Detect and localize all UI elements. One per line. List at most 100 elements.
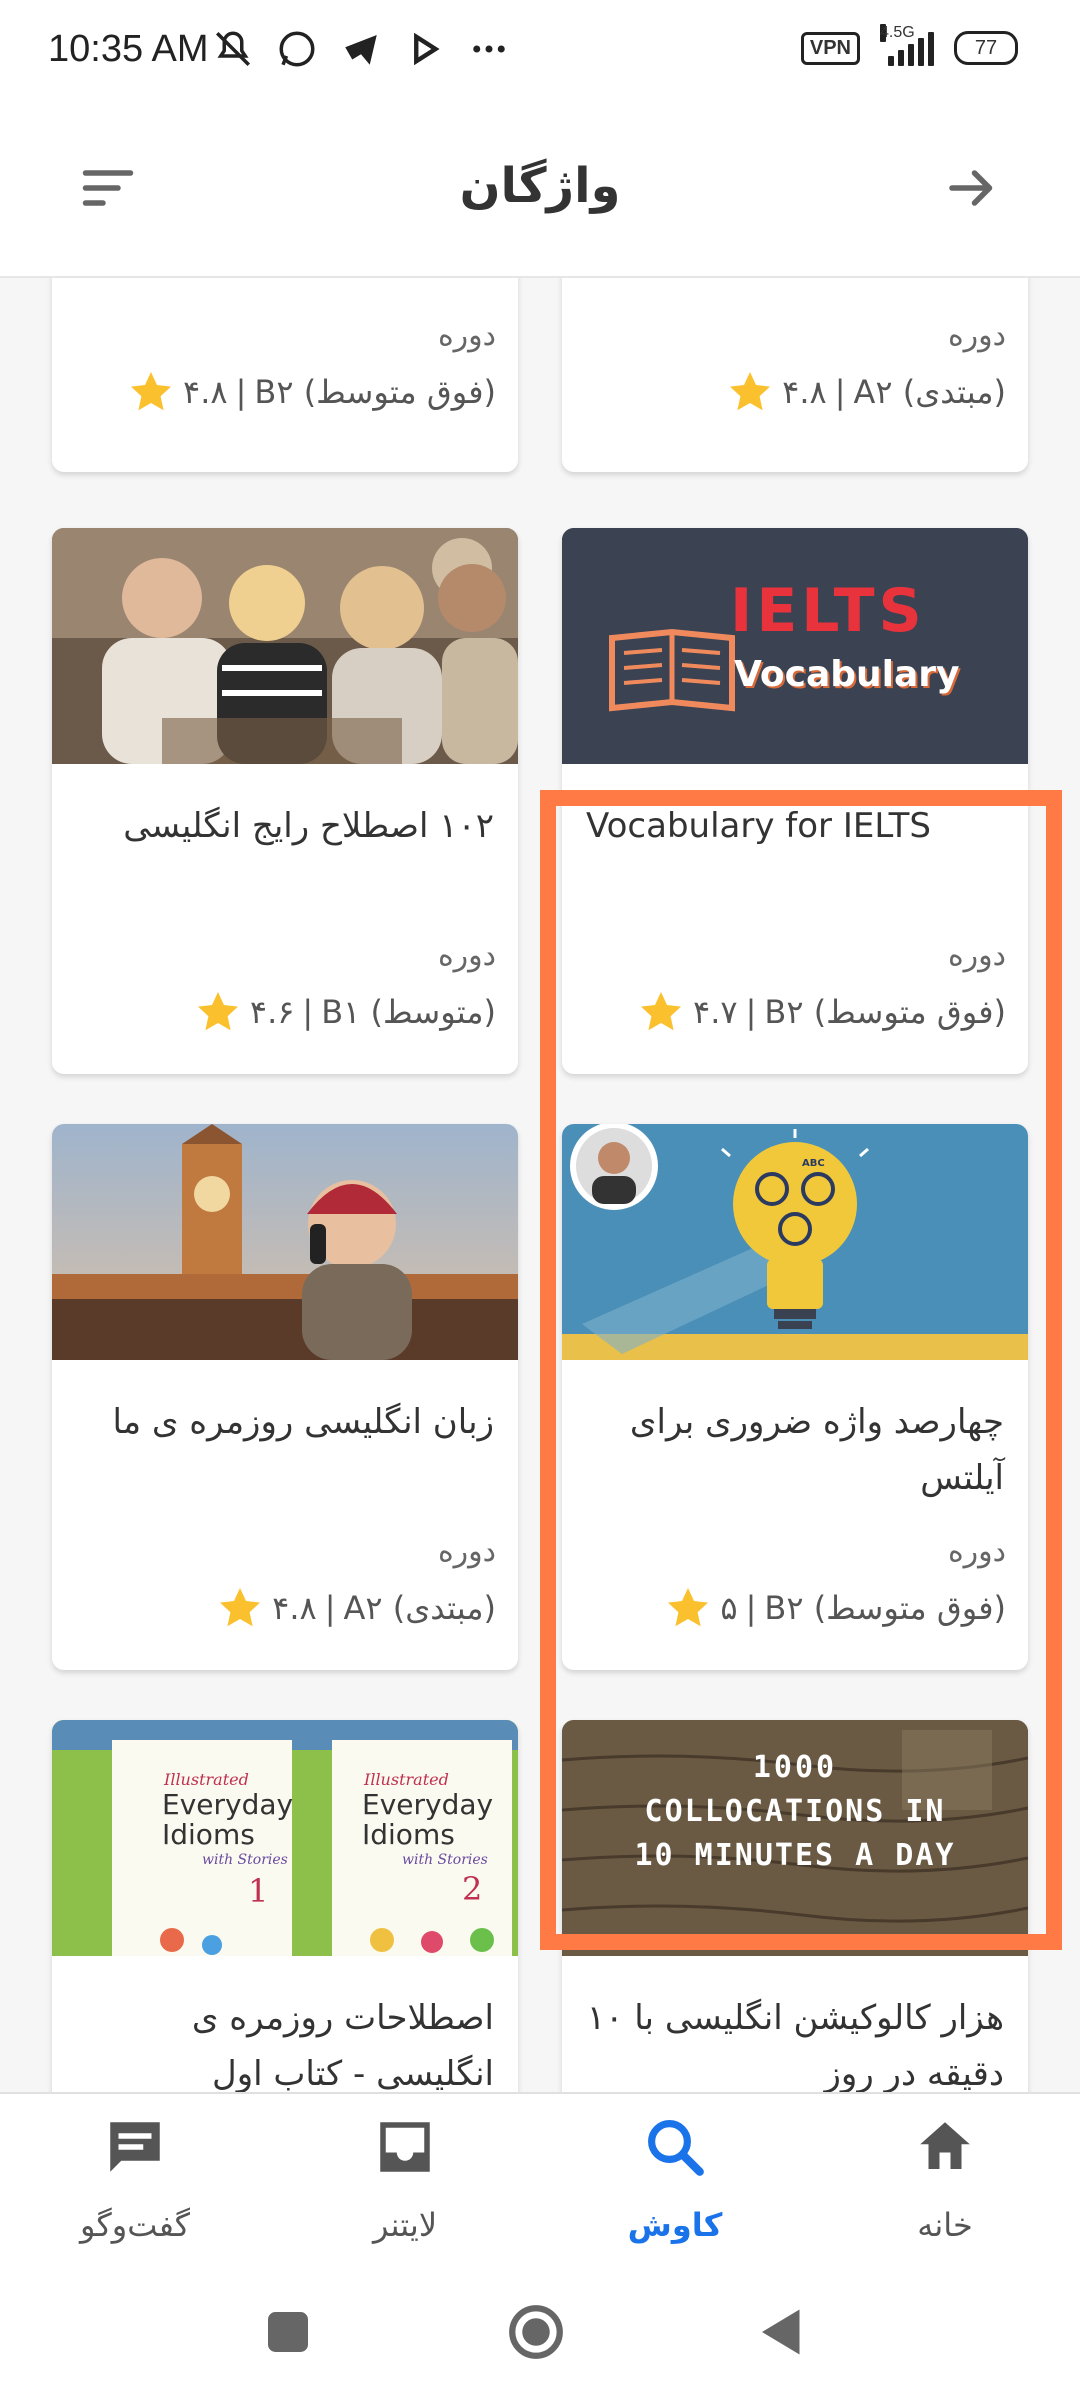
- play-icon: [414, 32, 440, 66]
- back-button[interactable]: [752, 2302, 812, 2362]
- book-caption-2: Everyday Idioms: [162, 1788, 294, 1851]
- nav-label: لایتنر: [372, 2206, 438, 2244]
- course-title: زبان انگلیسی روزمره ی ما: [112, 1402, 494, 1442]
- system-status: VPN 4.5G 77: [800, 24, 1018, 66]
- nav-label: گفت‌وگو: [79, 2206, 191, 2244]
- course-thumbnail: ABC: [562, 1124, 1028, 1360]
- image-caption-2: COLLOCATIONS IN: [644, 1794, 946, 1829]
- course-level: (متوسط) B۱: [321, 993, 496, 1031]
- nav-label: خانه: [917, 2206, 973, 2244]
- page-title: واژگان: [459, 158, 621, 214]
- mute-icon: [216, 31, 250, 66]
- course-card[interactable]: دوره ۴.۸ | (فوق متوسط) B۲: [52, 278, 518, 472]
- course-title: چهارصد واژه ضروری برای آیلتس: [629, 1402, 1004, 1498]
- image-caption-3: 10 MINUTES A DAY: [634, 1838, 956, 1873]
- star-icon: [197, 992, 238, 1031]
- big-ben-photo: [52, 1124, 518, 1360]
- star-icon: [641, 992, 682, 1031]
- course-thumbnail: 1000 COLLOCATIONS IN 10 MINUTES A DAY: [562, 1720, 1028, 1956]
- course-level: (فوق متوسط) B۲: [764, 1589, 1006, 1627]
- rating-value: ۵: [720, 1589, 738, 1627]
- book-number-1: 1: [248, 1872, 269, 1910]
- book-caption-1: Illustrated: [364, 1770, 449, 1789]
- course-card[interactable]: Illustrated Everyday Idioms with Stories…: [52, 1720, 518, 2092]
- rating-separator: |: [302, 993, 314, 1031]
- image-caption-1: IELTS: [730, 576, 926, 646]
- course-type: دوره: [437, 938, 496, 973]
- course-type: دوره: [437, 318, 496, 353]
- course-rating: ۴.۶ | (متوسط) B۱: [194, 988, 496, 1036]
- rating-separator: |: [834, 373, 846, 411]
- star-icon: [131, 372, 172, 411]
- vpn-badge: VPN: [800, 31, 860, 65]
- course-card[interactable]: دوره ۴.۸ | (مبتدی) A۲: [562, 278, 1028, 472]
- course-card[interactable]: ۱۰۲ اصطلاح رایج انگلیسی دوره ۴.۶ | (متوس…: [52, 528, 518, 1074]
- course-level: (مبتدی) A۲: [853, 373, 1006, 411]
- ielts-vocabulary-image: [562, 528, 1028, 764]
- course-title: ۱۰۲ اصطلاح رایج انگلیسی: [123, 806, 494, 846]
- course-thumbnail: Illustrated Everyday Idioms with Stories…: [52, 1720, 518, 1956]
- course-level: (فوق متوسط) B۲: [254, 373, 496, 411]
- bottom-navigation: گفت‌وگو لایتنر کاوش خانه: [0, 2092, 1080, 2274]
- search-icon: [648, 2120, 704, 2176]
- star-icon: [730, 372, 771, 411]
- book-caption-3: with Stories: [402, 1852, 488, 1868]
- nav-item-explore[interactable]: کاوش: [540, 2094, 810, 2274]
- course-title: هزار کالوکیشن انگلیسی با ۱۰ دقیقه در روز: [586, 1998, 1004, 2092]
- course-rating: ۴.۸ | (مبتدی) A۲: [216, 1584, 496, 1632]
- course-level: (فوق متوسط) B۲: [764, 993, 1006, 1031]
- rating-value: ۴.۸: [272, 1589, 317, 1627]
- network-type: 4.5G: [880, 24, 915, 42]
- course-rating: ۴.۸ | (مبتدی) A۲: [726, 368, 1006, 416]
- recents-button[interactable]: [258, 2302, 318, 2362]
- book-caption-1: Illustrated: [164, 1770, 249, 1789]
- course-card[interactable]: زبان انگلیسی روزمره ی ما دوره ۴.۸ | (مبت…: [52, 1124, 518, 1670]
- chat-icon: [110, 2122, 160, 2172]
- course-card[interactable]: IELTS Vocabulary Vocabulary for IELTS دو…: [562, 528, 1028, 1074]
- star-icon: [668, 1588, 709, 1627]
- rating-value: ۴.۷: [693, 993, 738, 1031]
- course-level: (مبتدی) A۲: [343, 1589, 496, 1627]
- telegram-icon: [345, 35, 377, 65]
- status-bar: 10:35 AM VPN 4.5G 77: [0, 0, 1080, 100]
- lightbulb-illustration: [562, 1124, 1028, 1360]
- friends-photo: [52, 528, 518, 764]
- nav-label: کاوش: [627, 2206, 723, 2244]
- course-grid: دوره ۴.۸ | (فوق متوسط) B۲ دوره ۴.۸ | (مب…: [0, 278, 1080, 2092]
- course-rating: ۵ | (فوق متوسط) B۲: [664, 1584, 1006, 1632]
- course-card[interactable]: ABC چهارصد واژه ضروری برای آیلتس دوره ۵ …: [562, 1124, 1028, 1670]
- battery-level: 77: [974, 36, 998, 59]
- course-type: دوره: [947, 318, 1006, 353]
- home-button[interactable]: [506, 2302, 566, 2362]
- course-thumbnail: [52, 1124, 518, 1360]
- course-type: دوره: [947, 938, 1006, 973]
- arrow-right-icon[interactable]: [942, 158, 1002, 218]
- notification-icons: [212, 28, 510, 70]
- course-type: دوره: [437, 1534, 496, 1569]
- signal-icon: 4.5G: [880, 24, 934, 66]
- rating-separator: |: [324, 1589, 336, 1627]
- course-card[interactable]: 1000 COLLOCATIONS IN 10 MINUTES A DAY هز…: [562, 1720, 1028, 2092]
- course-type: دوره: [947, 1534, 1006, 1569]
- nav-item-leitner[interactable]: لایتنر: [270, 2094, 540, 2274]
- book-caption-2: Everyday Idioms: [362, 1788, 494, 1851]
- image-caption-1: 1000: [752, 1750, 838, 1785]
- home-icon: [920, 2122, 970, 2169]
- app-bar: واژگان: [0, 100, 1080, 278]
- rating-value: ۴.۶: [249, 993, 295, 1031]
- nav-item-chat[interactable]: گفت‌وگو: [0, 2094, 270, 2274]
- nav-item-home[interactable]: خانه: [810, 2094, 1080, 2274]
- course-rating: ۴.۷ | (فوق متوسط) B۲: [637, 988, 1006, 1036]
- course-title: Vocabulary for IELTS: [586, 806, 931, 846]
- image-caption-2: Vocabulary: [734, 654, 960, 695]
- rating-separator: |: [235, 373, 247, 411]
- system-navigation: [0, 2272, 1080, 2400]
- book-caption-3: with Stories: [202, 1852, 288, 1868]
- more-icon: [473, 45, 505, 53]
- course-thumbnail: IELTS Vocabulary: [562, 528, 1028, 764]
- book-number-2: 2: [462, 1870, 483, 1908]
- whatsapp-icon: [279, 31, 315, 67]
- rating-value: ۴.۸: [183, 373, 228, 411]
- battery-icon: 77: [954, 31, 1018, 65]
- course-thumbnail: [52, 528, 518, 764]
